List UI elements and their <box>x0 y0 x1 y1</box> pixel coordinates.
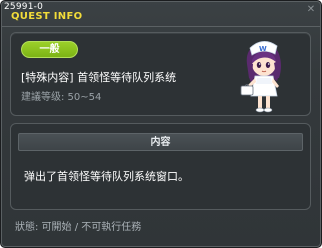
title-divider <box>2 26 320 27</box>
quest-info-window: 25991-0 QUEST INFO ✕ 一般 [特殊内容] 首领怪等待队列系统… <box>0 0 322 248</box>
quest-content-panel: 内容 弹出了首领怪等待队列系统窗口。 <box>10 123 311 210</box>
quest-name: [特殊内容] 首领怪等待队列系统 <box>21 71 177 84</box>
category-badge: 一般 <box>21 41 78 58</box>
quest-summary-panel: 一般 [特殊内容] 首领怪等待队列系统 建議等级: 50~54 W <box>10 32 311 116</box>
content-text: 弹出了首领怪等待队列系统窗口。 <box>24 170 189 183</box>
close-icon[interactable]: ✕ <box>305 4 317 16</box>
recommended-level: 建議等级: 50~54 <box>21 92 102 103</box>
content-header: 内容 <box>18 133 303 151</box>
window-title: QUEST INFO <box>11 11 83 22</box>
npc-avatar-icon: W <box>240 41 281 113</box>
quest-status: 狀態: 可開始 / 不可執行任務 <box>15 222 142 233</box>
